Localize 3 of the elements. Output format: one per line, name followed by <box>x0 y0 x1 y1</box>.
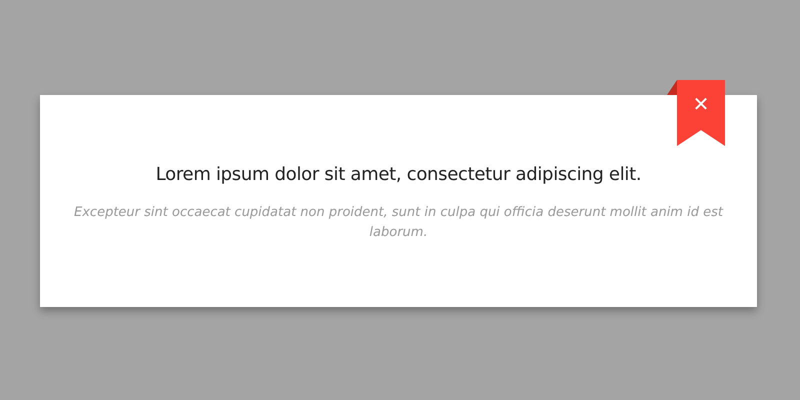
dialog-message: Excepteur sint occaecat cupidatat non proident, sunt in culpa qui officia deserunt mollit anim id est laborum. <box>73 204 724 242</box>
dialog-title: Lorem ipsum dolor sit amet, consectetur adipiscing elit. <box>156 163 642 187</box>
ribbon-fold <box>667 80 677 95</box>
